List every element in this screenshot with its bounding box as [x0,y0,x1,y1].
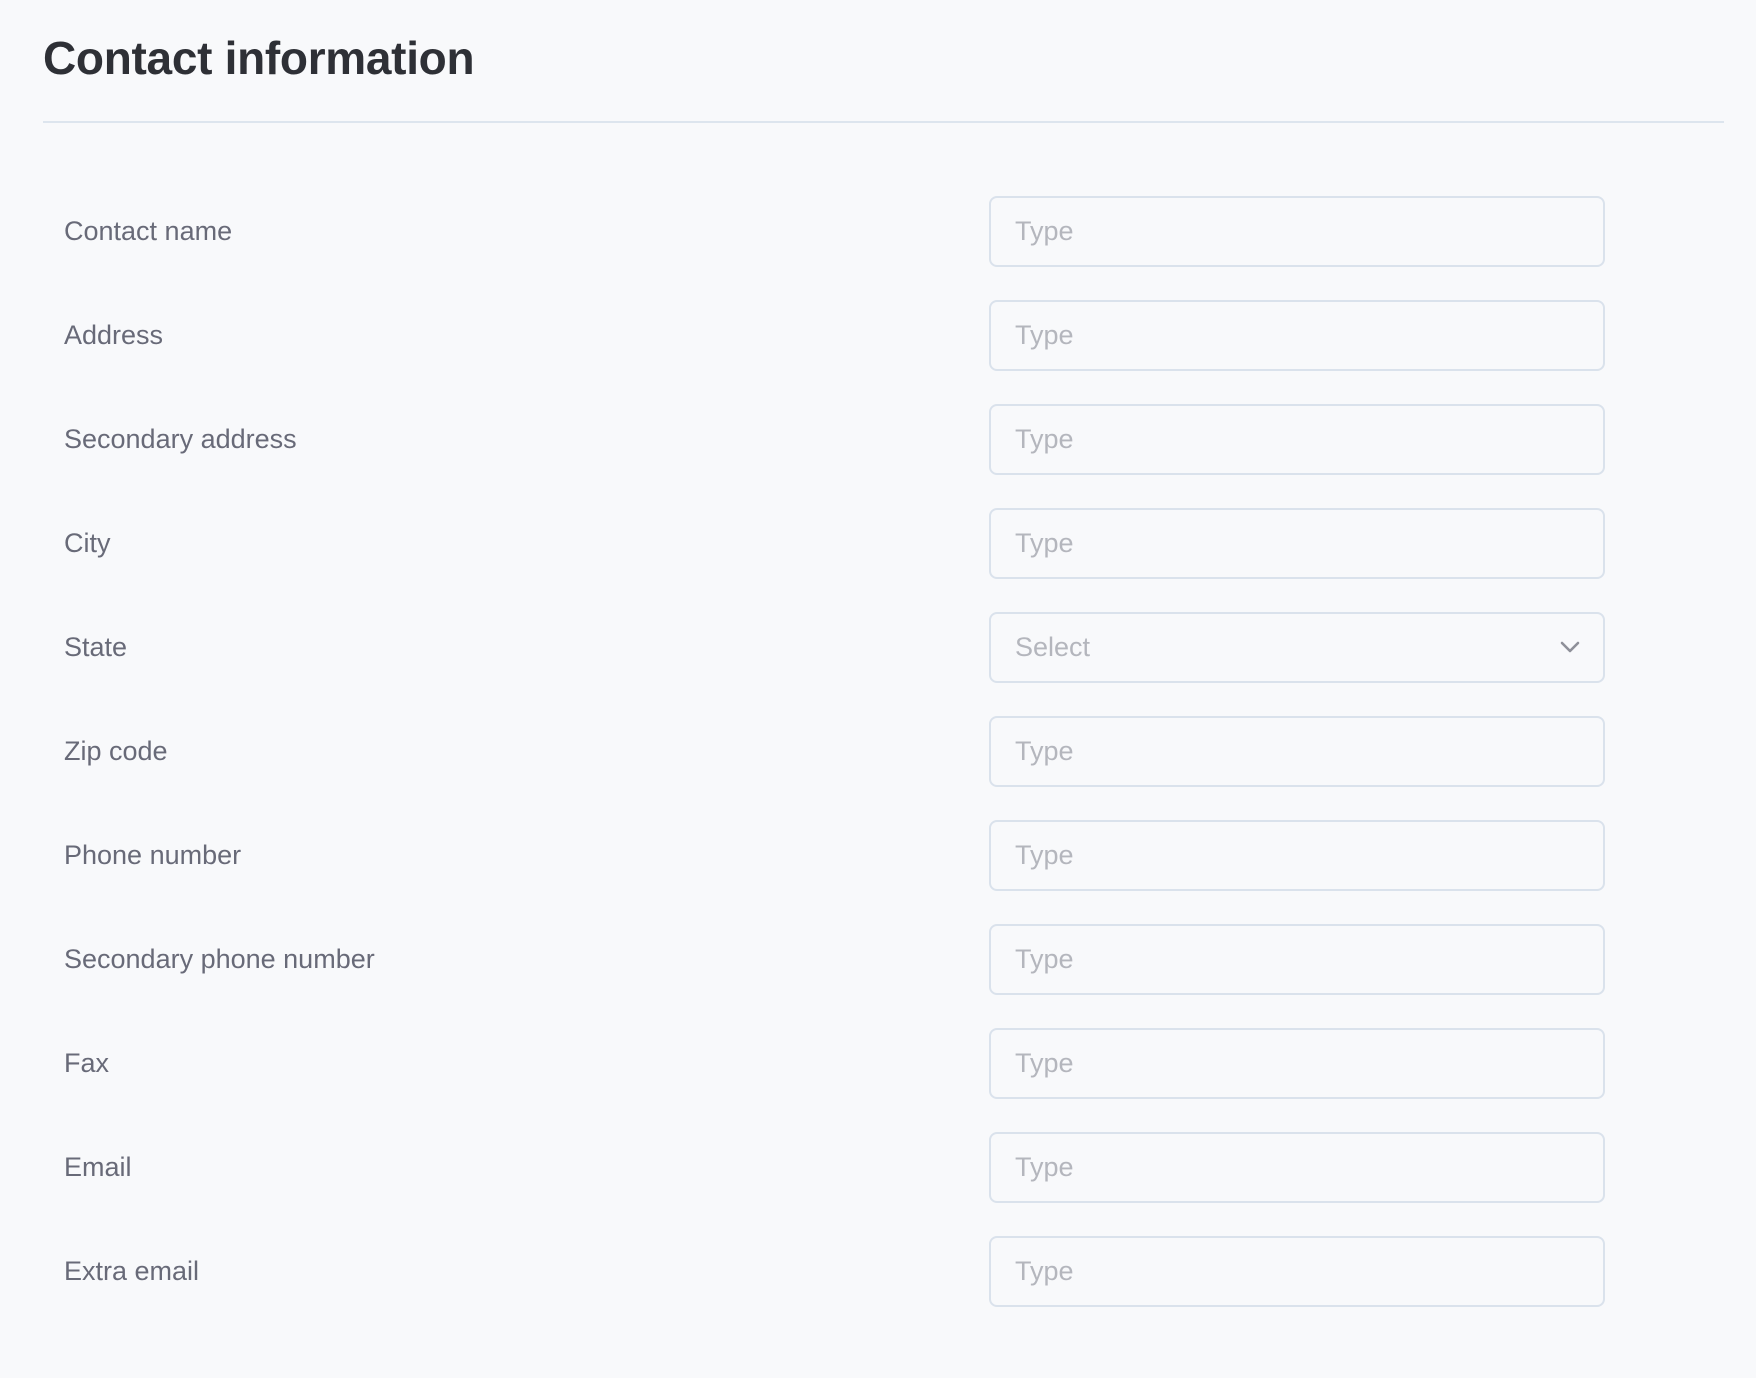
city-label: City [64,528,111,558]
form-row-zip-code: Zip code [0,716,1756,820]
email-input[interactable] [991,1134,1603,1201]
form-row-fax: Fax [0,1028,1756,1132]
phone-number-input[interactable] [991,822,1603,889]
email-field-wrapper [989,1132,1605,1203]
fax-label: Fax [64,1048,110,1078]
extra-email-field-wrapper [989,1236,1605,1307]
state-label: State [64,632,128,662]
address-label: Address [64,320,164,350]
secondary-address-label: Secondary address [64,424,297,454]
contact-name-field-wrapper [989,196,1605,267]
extra-email-label: Extra email [64,1256,200,1286]
zip-code-label: Zip code [64,736,168,766]
form-row-secondary-address: Secondary address [0,404,1756,508]
secondary-phone-number-field-wrapper [989,924,1605,995]
state-select[interactable]: Select [989,612,1605,683]
contact-name-label: Contact name [64,216,233,246]
form-row-phone-number: Phone number [0,820,1756,924]
form-row-state: State Select [0,612,1756,716]
extra-email-input[interactable] [991,1238,1603,1305]
chevron-down-icon [1560,641,1580,653]
form-row-secondary-phone-number: Secondary phone number [0,924,1756,1028]
state-select-placeholder: Select [1015,632,1091,662]
address-field-wrapper [989,300,1605,371]
section-divider [43,121,1724,123]
phone-number-field-wrapper [989,820,1605,891]
email-label: Email [64,1152,132,1182]
secondary-address-input[interactable] [991,406,1603,473]
contact-form: Contact name Address Secondary address C… [0,196,1756,1340]
page-title: Contact information [43,32,475,84]
phone-number-label: Phone number [64,840,242,870]
zip-code-input[interactable] [991,718,1603,785]
form-row-contact-name: Contact name [0,196,1756,300]
secondary-address-field-wrapper [989,404,1605,475]
fax-field-wrapper [989,1028,1605,1099]
city-input[interactable] [991,510,1603,577]
address-input[interactable] [991,302,1603,369]
zip-code-field-wrapper [989,716,1605,787]
fax-input[interactable] [991,1030,1603,1097]
form-row-city: City [0,508,1756,612]
secondary-phone-number-label: Secondary phone number [64,944,375,974]
form-row-address: Address [0,300,1756,404]
form-row-extra-email: Extra email [0,1236,1756,1340]
secondary-phone-number-input[interactable] [991,926,1603,993]
city-field-wrapper [989,508,1605,579]
contact-name-input[interactable] [991,198,1603,265]
form-row-email: Email [0,1132,1756,1236]
